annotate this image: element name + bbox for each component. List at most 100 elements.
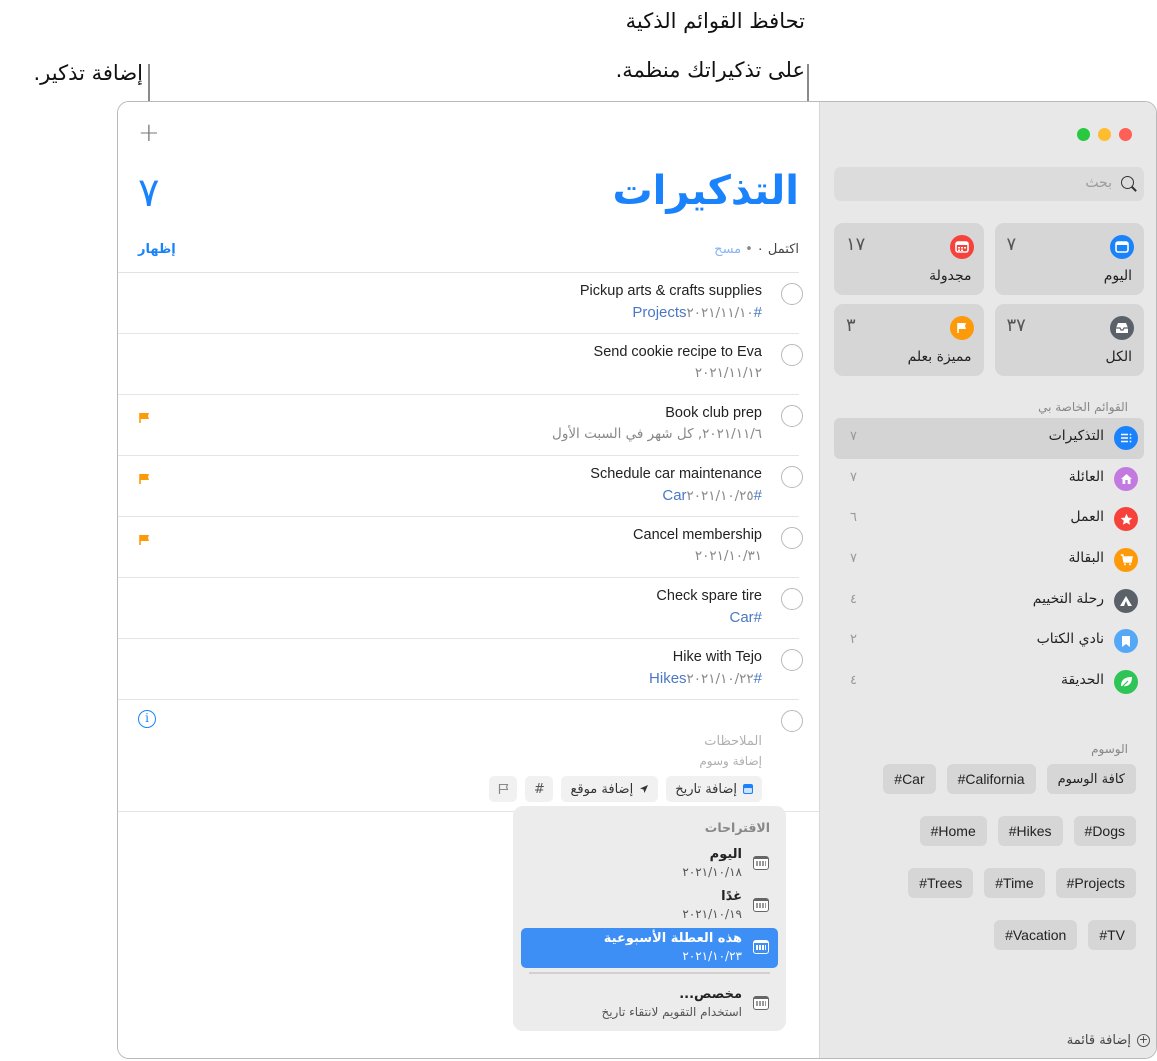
sidebar-list-item[interactable]: البقالة ٧ — [834, 540, 1144, 581]
add-list-button[interactable]: + إضافة قائمة — [1067, 1033, 1150, 1048]
list-count: ٢ — [850, 632, 857, 648]
sidebar-list-item[interactable]: التذكيرات ٧ — [834, 418, 1144, 459]
reminder-row[interactable]: Cancel membership ٢٠٢١/١٠/٣١ — [118, 517, 819, 578]
info-icon[interactable]: i — [138, 710, 156, 728]
tag-chip[interactable]: #Projects — [1055, 868, 1136, 898]
calendar-icon — [753, 856, 769, 870]
list-name: نادي الكتاب — [1036, 631, 1104, 648]
smart-list-all[interactable]: الكل ٣٧ — [994, 304, 1144, 376]
tag-chip[interactable]: #Vacation — [994, 920, 1078, 950]
reminder-tag[interactable]: #Car — [729, 609, 762, 626]
tags-input[interactable]: إضافة وسوم — [699, 754, 762, 768]
suggestion-date: ٢٠٢١/١٠/١٨ — [682, 865, 742, 879]
smart-lists: اليوم ٧ مجدولة ١٧ الكل ٣٧ مميزة بعلم ٣ — [834, 223, 1144, 376]
list-name: رحلة التخييم — [1032, 590, 1104, 607]
reminder-title: Schedule car maintenance — [590, 466, 762, 482]
add-reminder-button[interactable]: + — [138, 120, 160, 146]
tent-icon — [1114, 588, 1138, 613]
add-date-button[interactable]: إضافة تاريخ — [666, 776, 762, 802]
sidebar-list-item[interactable]: العائلة ٧ — [834, 459, 1144, 500]
reminder-row[interactable]: Pickup arts & crafts supplies #Projects٢٠… — [118, 273, 819, 334]
sidebar-list-item[interactable]: الحديقة ٤ — [834, 662, 1144, 703]
tag-chip[interactable]: #TV — [1088, 920, 1136, 950]
suggestion-name: غدًا — [721, 889, 742, 904]
smart-list-count: ٣٧ — [1006, 315, 1026, 336]
clear-completed-button[interactable]: مسح — [714, 242, 741, 257]
reminder-meta: #Car — [723, 609, 762, 626]
star-icon — [1114, 507, 1138, 532]
suggestion-custom[interactable]: مخصص... استخدام التقويم لانتقاء تاريخ — [521, 984, 778, 1024]
complete-checkbox[interactable] — [781, 344, 803, 366]
complete-checkbox[interactable] — [781, 649, 803, 671]
suggestion-today[interactable]: اليوم ٢٠٢١/١٠/١٨ — [521, 844, 778, 884]
callout-smart-lists: تحافظ القوائم الذكية على تذكيراتك منظمة. — [616, 6, 805, 85]
complete-checkbox[interactable] — [781, 283, 803, 305]
tag-chip[interactable]: #Dogs — [1073, 816, 1136, 846]
tag-chip[interactable]: #Trees — [908, 868, 974, 898]
reminder-row[interactable]: Book club prep ٢٠٢١/١١/٦, كل شهر في السبت… — [118, 395, 819, 456]
reminder-meta: #Car٢٠٢١/١٠/٢٥ — [656, 487, 762, 504]
reminder-title: Pickup arts & crafts supplies — [579, 283, 762, 299]
sidebar-list-item[interactable]: العمل ٦ — [834, 499, 1144, 540]
tag-chip[interactable]: #California — [946, 764, 1036, 794]
plus-circle-icon: + — [1137, 1033, 1150, 1047]
minimize-window-button[interactable] — [1098, 128, 1111, 141]
smart-list-count: ١٧ — [846, 234, 866, 255]
complete-checkbox[interactable] — [781, 405, 803, 427]
suggestions-divider — [529, 972, 770, 974]
reminder-title: Cancel membership — [633, 527, 762, 543]
reminder-meta: ٢٠٢١/١٠/٣١ — [695, 548, 762, 564]
callout-smart-lists-line2: على تذكيراتك منظمة. — [615, 58, 805, 82]
smart-list-flagged[interactable]: مميزة بعلم ٣ — [834, 304, 984, 376]
date-suggestions-popup: الاقتراحات اليوم ٢٠٢١/١٠/١٨ غدًا ٢٠٢١/١٠… — [513, 806, 786, 1031]
suggestion-this-weekend[interactable]: هذه العطلة الأسبوعية ٢٠٢١/١٠/٢٣ — [521, 928, 778, 968]
tag-browser: كافة الوسوم #California #Car #Dogs #Hikes #Ho… — [846, 764, 1136, 961]
zoom-window-button[interactable] — [1077, 128, 1090, 141]
smart-list-label: مميزة بعلم — [907, 349, 972, 365]
sidebar-list-item[interactable]: رحلة التخييم ٤ — [834, 581, 1144, 622]
tag-chip[interactable]: #Home — [919, 816, 987, 846]
reminders-window: + التذكيرات ٧ اكتمل ٠•مسح إظهار Pickup a… — [117, 101, 1157, 1059]
reminder-title: Send cookie recipe to Eva — [593, 344, 762, 360]
smart-list-scheduled[interactable]: مجدولة ١٧ — [834, 223, 984, 295]
calendar-icon — [753, 940, 769, 954]
reminder-row[interactable]: Check spare tire #Car — [118, 578, 819, 639]
tag-chip[interactable]: #Hikes — [997, 816, 1063, 846]
my-lists-header: القوائم الخاصة بي — [1038, 400, 1128, 414]
reminder-meta: #Hikes٢٠٢١/١٠/٢٢ — [643, 670, 762, 687]
show-completed-button[interactable]: إظهار — [138, 242, 176, 257]
suggestion-tomorrow[interactable]: غدًا ٢٠٢١/١٠/١٩ — [521, 886, 778, 926]
all-tags-chip[interactable]: كافة الوسوم — [1046, 764, 1136, 794]
notes-input[interactable]: الملاحظات — [704, 734, 762, 749]
flag-icon — [949, 316, 974, 340]
reminder-row[interactable]: Send cookie recipe to Eva ٢٠٢١/١١/١٢ — [118, 334, 819, 395]
close-window-button[interactable] — [1119, 128, 1132, 141]
add-location-label: إضافة موقع — [570, 781, 634, 797]
list-count: ٧ — [850, 469, 857, 485]
list-name: البقالة — [1068, 550, 1105, 567]
smart-list-count: ٧ — [1006, 234, 1017, 255]
search-input[interactable]: بحث — [834, 167, 1144, 201]
reminder-row[interactable]: Schedule car maintenance #Car٢٠٢١/١٠/٢٥ — [118, 456, 819, 517]
list-count: ٧ — [138, 170, 160, 216]
search-icon — [1121, 176, 1134, 189]
tag-chip[interactable]: #Time — [984, 868, 1045, 898]
add-tag-button[interactable]: # — [525, 776, 554, 802]
complete-checkbox[interactable] — [781, 466, 803, 488]
smart-list-today[interactable]: اليوم ٧ — [994, 223, 1144, 295]
tag-chip[interactable]: #Car — [883, 764, 936, 794]
tags-header: الوسوم — [1091, 742, 1128, 756]
sidebar-list-item[interactable]: نادي الكتاب ٢ — [834, 621, 1144, 662]
complete-checkbox[interactable] — [781, 588, 803, 610]
suggestions-title: الاقتراحات — [704, 820, 770, 835]
completed-label: اكتمل ٠ — [756, 242, 799, 257]
reminder-date: ٢٠٢١/١٠/٣١ — [694, 548, 762, 564]
cart-icon — [1114, 548, 1138, 573]
sidebar: بحث اليوم ٧ مجدولة ١٧ الكل ٣٧ مميزة بعلم… — [819, 102, 1156, 1058]
add-flag-button[interactable] — [489, 776, 518, 802]
reminder-row[interactable]: Hike with Tejo #Hikes٢٠٢١/١٠/٢٢ — [118, 639, 819, 700]
complete-checkbox[interactable] — [781, 527, 803, 549]
completed-summary: اكتمل ٠•مسح — [714, 242, 799, 257]
add-location-button[interactable]: إضافة موقع — [561, 776, 659, 802]
complete-checkbox[interactable] — [781, 710, 803, 732]
